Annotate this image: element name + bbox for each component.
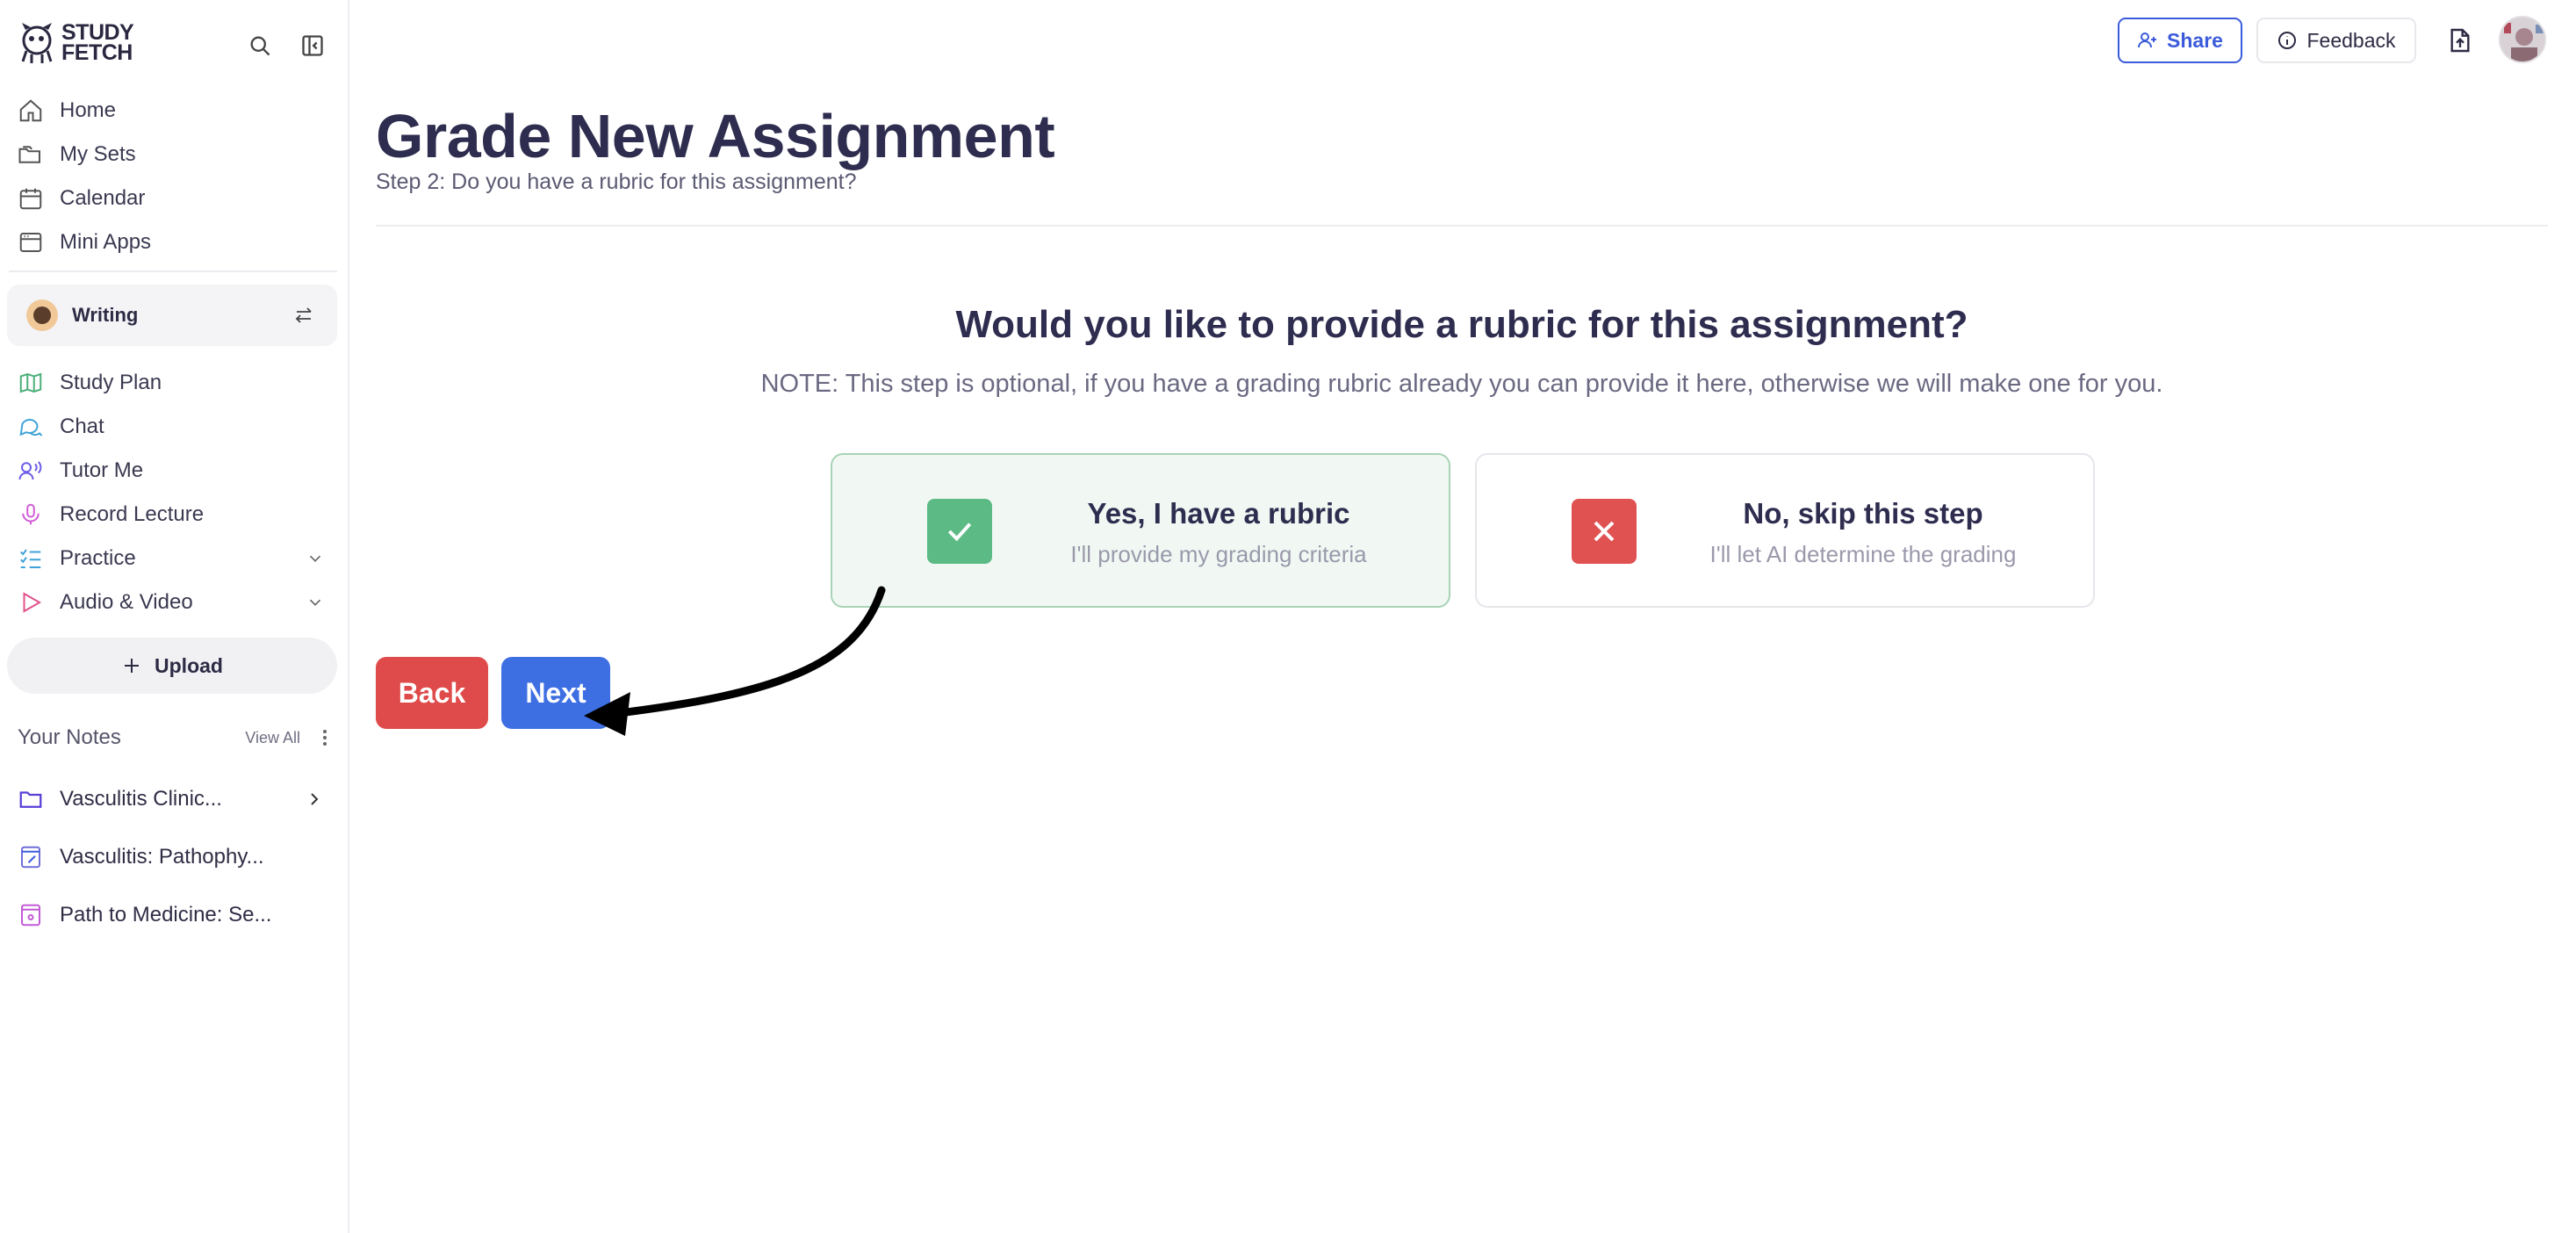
home-icon [19, 99, 42, 122]
sidebar: STUDY FETCH Home My Sets Calendar Mini A… [0, 0, 349, 1233]
back-button[interactable]: Back [376, 657, 488, 729]
note-icon [21, 904, 40, 927]
switch-arrows-icon[interactable] [293, 305, 314, 326]
nav-my-sets[interactable]: My Sets [18, 135, 136, 174]
collapse-sidebar-icon[interactable] [297, 30, 328, 61]
option-no-rubric[interactable]: No, skip this step I'll let AI determine… [1475, 453, 2095, 608]
note-item-label: Vasculitis Clinic... [60, 787, 222, 811]
chevron-right-icon[interactable] [304, 789, 325, 810]
list-check-icon [20, 549, 41, 568]
app-window-icon [19, 233, 42, 252]
note-item[interactable]: Vasculitis Clinic... [18, 782, 325, 817]
rubric-note: NOTE: This step is optional, if you have… [760, 370, 2163, 398]
nav-tutor-me-label: Tutor Me [60, 458, 144, 482]
nav-calendar[interactable]: Calendar [18, 179, 145, 218]
nav-study-plan-label: Study Plan [60, 371, 162, 394]
nav-record-lecture[interactable]: Record Lecture [18, 495, 204, 534]
option-yes-rubric[interactable]: Yes, I have a rubric I'll provide my gra… [831, 453, 1450, 608]
option-yes-title: Yes, I have a rubric [1087, 497, 1350, 530]
notes-title: Your Notes [18, 725, 121, 749]
nav-home-label: Home [60, 98, 117, 122]
share-label: Share [2167, 28, 2223, 52]
option-no-title: No, skip this step [1743, 497, 1983, 530]
option-yes-subtitle: I'll provide my grading criteria [1070, 541, 1367, 567]
search-icon[interactable] [244, 30, 276, 61]
nav-chat[interactable]: Chat [18, 407, 104, 446]
nav-home[interactable]: Home [18, 91, 116, 130]
page-title: Grade New Assignment [376, 102, 1055, 170]
chevron-down-icon[interactable] [306, 549, 325, 568]
header-divider [376, 225, 2548, 227]
play-icon [23, 592, 42, 613]
note-item[interactable]: Vasculitis: Pathophy... [18, 840, 325, 875]
logo-mascot-icon [21, 23, 53, 63]
nav-record-lecture-label: Record Lecture [60, 502, 205, 526]
plus-icon [125, 659, 140, 673]
user-avatar-image [2500, 18, 2544, 61]
logo-text: STUDY FETCH [61, 20, 133, 65]
upload-label: Upload [155, 653, 223, 677]
sidebar-divider [9, 270, 337, 272]
nav-audio-video[interactable]: Audio & Video [18, 583, 325, 622]
nav-practice-label: Practice [60, 546, 136, 570]
page-subtitle: Step 2: Do you have a rubric for this as… [376, 169, 857, 194]
close-icon [1572, 499, 1637, 564]
feedback-button[interactable]: Feedback [2256, 18, 2416, 63]
check-icon [927, 499, 992, 564]
chat-icon [19, 418, 43, 436]
nav-mini-apps[interactable]: Mini Apps [18, 223, 151, 262]
next-button[interactable]: Next [501, 657, 610, 729]
more-vertical-icon[interactable] [316, 727, 334, 748]
workspace-avatar [26, 299, 58, 331]
chevron-down-icon[interactable] [306, 593, 325, 612]
note-item-label: Path to Medicine: Se... [60, 903, 272, 927]
view-all-link[interactable]: View All [245, 729, 300, 747]
notes-header: Your Notes View All [18, 722, 334, 754]
file-upload-icon[interactable] [2439, 19, 2481, 61]
feedback-label: Feedback [2306, 28, 2396, 52]
nav-study-plan[interactable]: Study Plan [18, 364, 162, 402]
note-item-label: Vasculitis: Pathophy... [60, 845, 264, 869]
avatar[interactable] [2499, 16, 2546, 63]
logo[interactable]: STUDY FETCH [19, 21, 140, 65]
microphone-icon [22, 503, 40, 525]
map-icon [19, 372, 42, 393]
note-edit-icon [21, 846, 40, 869]
workspace-label: Writing [72, 304, 139, 326]
workspace-switcher[interactable]: Writing [7, 285, 337, 346]
nav-chat-label: Chat [60, 415, 104, 438]
nav-my-sets-label: My Sets [60, 142, 136, 166]
rubric-question: Would you like to provide a rubric for t… [955, 303, 1968, 346]
share-button[interactable]: Share [2118, 18, 2242, 63]
user-plus-icon [2138, 32, 2157, 48]
note-item[interactable]: Path to Medicine: Se... [18, 898, 325, 933]
nav-practice[interactable]: Practice [18, 539, 325, 578]
nav-mini-apps-label: Mini Apps [60, 230, 152, 254]
nav-audio-video-label: Audio & Video [60, 590, 193, 614]
calendar-icon [19, 188, 42, 210]
option-no-subtitle: I'll let AI determine the grading [1709, 541, 2017, 567]
nav-calendar-label: Calendar [60, 186, 146, 210]
upload-button[interactable]: Upload [7, 638, 337, 694]
folder-icon [19, 791, 42, 808]
tutor-icon [18, 461, 42, 480]
folders-icon [18, 146, 40, 163]
info-icon [2278, 32, 2297, 49]
nav-tutor-me[interactable]: Tutor Me [18, 451, 143, 490]
